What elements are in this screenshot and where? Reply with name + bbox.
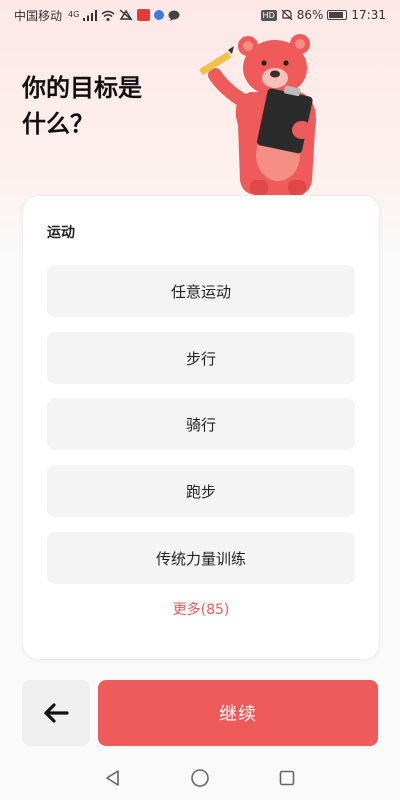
section-label-sport: 运动 (47, 225, 75, 241)
back-triangle-icon[interactable] (104, 769, 122, 787)
option-running[interactable]: 跑步 (47, 465, 355, 517)
bear-with-clipboard-illustration (199, 34, 316, 195)
option-label: 传统力量训练 (155, 549, 246, 568)
signal-icon (83, 9, 98, 21)
battery-icon (327, 10, 348, 20)
option-strength-training[interactable]: 传统力量训练 (47, 532, 355, 584)
recents-square-icon[interactable] (278, 769, 296, 787)
battery-fill (329, 12, 343, 18)
status-right: HD 86% 17:31 (260, 8, 386, 22)
carrier-label: 中国移动 (14, 8, 63, 23)
option-walking[interactable]: 步行 (47, 332, 355, 384)
hd-icon: HD (260, 9, 277, 21)
status-left: 中国移动 4G (14, 7, 180, 24)
chat-bubble-icon (168, 10, 180, 21)
option-label: 任意运动 (170, 282, 231, 301)
status-bar: 中国移动 4G HD 86% 17:31 (0, 0, 400, 30)
network-type-icon: 4G (68, 10, 80, 19)
clock-time: 17:31 (351, 8, 386, 22)
notification-mute-icon (119, 9, 133, 21)
back-button[interactable] (22, 680, 90, 746)
home-circle-icon[interactable] (190, 768, 210, 788)
goal-options-card: 运动 任意运动 步行 骑行 跑步 传统力量训练 更多(85) (22, 195, 380, 660)
option-label: 骑行 (185, 415, 216, 434)
battery-percent: 86% (296, 8, 324, 22)
system-nav-bar (0, 756, 400, 800)
arrow-left-icon (44, 703, 69, 723)
app-badge-icon (154, 10, 165, 20)
app-notification-icon (137, 9, 151, 21)
page-title-line-2: 什么？ (22, 110, 94, 138)
bell-muted-icon (281, 9, 293, 21)
page-title-line-1: 你的目标是 (22, 74, 142, 102)
option-cycling[interactable]: 骑行 (47, 398, 355, 450)
option-any-exercise[interactable]: 任意运动 (47, 265, 355, 317)
continue-button[interactable]: 继续 (98, 680, 378, 746)
option-label: 步行 (185, 349, 216, 368)
option-label: 跑步 (185, 482, 216, 501)
page-title: 你的目标是 什么？ (22, 70, 182, 142)
more-options-link[interactable]: 更多(85) (23, 599, 379, 619)
wifi-icon (101, 10, 115, 21)
